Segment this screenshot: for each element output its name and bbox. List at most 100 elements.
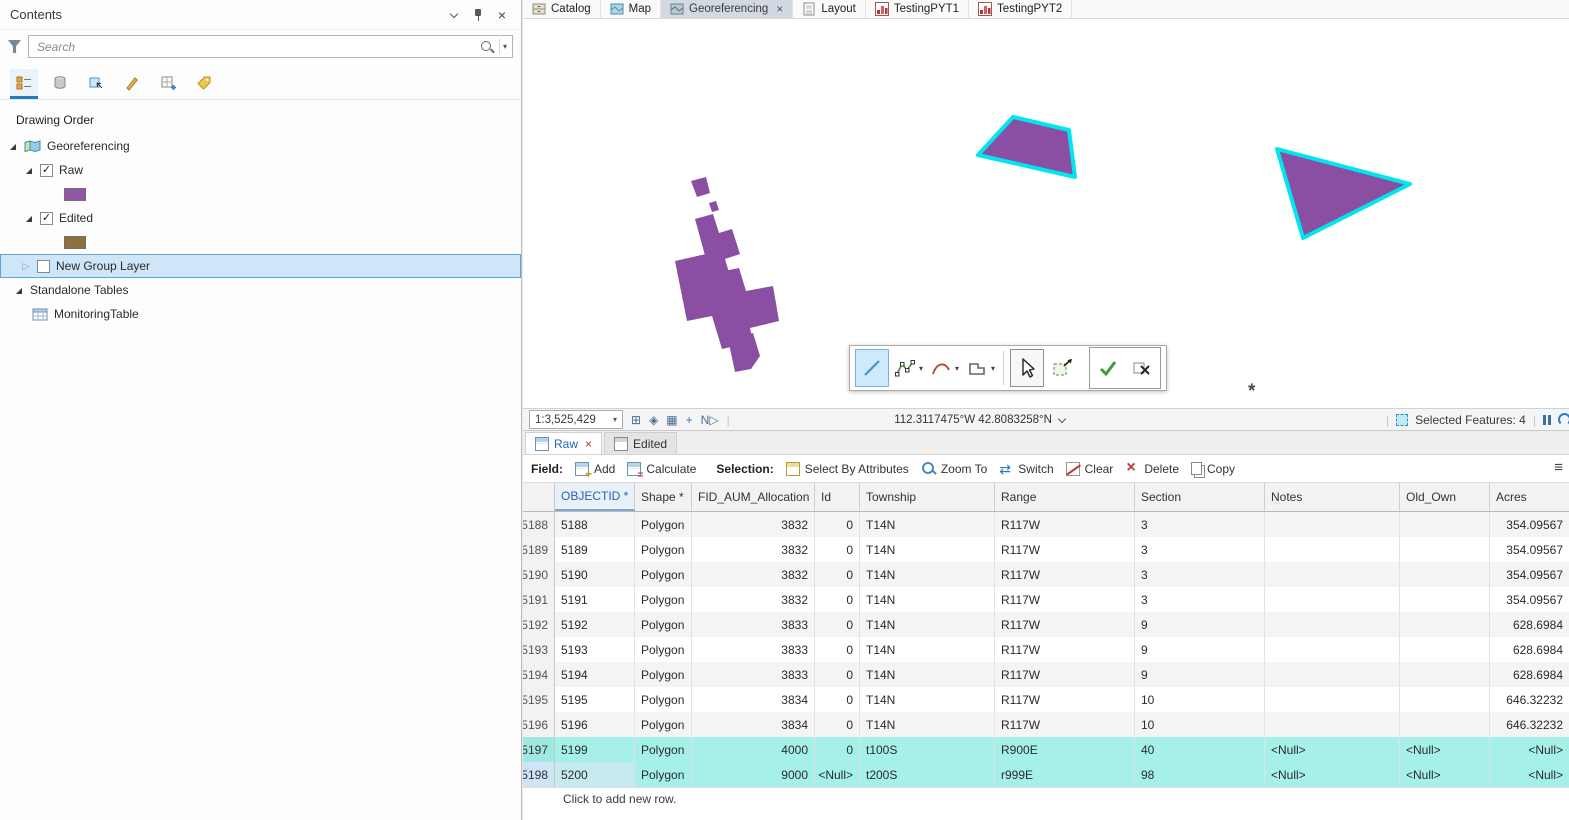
- cell-old_own[interactable]: [1400, 712, 1490, 737]
- cell-fid[interactable]: 3833: [692, 637, 815, 662]
- line-tool-button[interactable]: [855, 349, 889, 387]
- cell-shape[interactable]: Polygon: [635, 687, 692, 712]
- cell-township[interactable]: T14N: [860, 562, 995, 587]
- cell-range[interactable]: R117W: [995, 512, 1135, 537]
- cell-acres[interactable]: 646.32232: [1490, 712, 1569, 737]
- cell-objectid[interactable]: 5196: [555, 712, 635, 737]
- cell-notes[interactable]: <Null>: [1265, 737, 1400, 762]
- cell-acres[interactable]: 628.6984: [1490, 637, 1569, 662]
- refresh-icon[interactable]: [1557, 413, 1569, 426]
- tree-item-new-group-layer[interactable]: ▷ New Group Layer: [0, 254, 521, 278]
- cell-shape[interactable]: Polygon: [635, 637, 692, 662]
- dropdown-icon[interactable]: ▾: [991, 364, 995, 373]
- cancel-sketch-button[interactable]: [1125, 349, 1159, 387]
- header-objectid[interactable]: OBJECTID *: [555, 483, 635, 511]
- right-angle-tool-button[interactable]: ▾: [963, 349, 997, 387]
- header-notes[interactable]: Notes: [1265, 483, 1400, 511]
- cell-shape[interactable]: Polygon: [635, 662, 692, 687]
- box-select-tool-button[interactable]: [1046, 349, 1080, 387]
- cell-acres[interactable]: <Null>: [1490, 737, 1569, 762]
- table-row[interactable]: 5191 5191 Polygon 3832 0 T14N R117W 3 354.09567: [523, 587, 1569, 612]
- cell-acres[interactable]: 354.09567: [1490, 537, 1569, 562]
- cell-fid[interactable]: 3833: [692, 662, 815, 687]
- raster-layer-raw[interactable]: [675, 177, 779, 372]
- table-row[interactable]: 5194 5194 Polygon 3833 0 T14N R117W 9 628.6984: [523, 662, 1569, 687]
- cell-old_own[interactable]: <Null>: [1400, 762, 1490, 787]
- switch-selection-button[interactable]: Switch: [999, 461, 1053, 478]
- header-id[interactable]: Id: [815, 483, 860, 511]
- cell-old_own[interactable]: [1400, 637, 1490, 662]
- cell-section[interactable]: 9: [1135, 662, 1265, 687]
- table-row[interactable]: 5198 5200 Polygon 9000 <Null> t200S r999E 98 <Nu…: [523, 762, 1569, 787]
- row-number[interactable]: 5188: [523, 512, 555, 537]
- table-tab-edited[interactable]: Edited: [604, 432, 678, 454]
- header-fid-aum-allocation[interactable]: FID_AUM_Allocation: [692, 483, 815, 511]
- pause-drawing-icon[interactable]: [1542, 414, 1551, 425]
- cell-range[interactable]: R117W: [995, 612, 1135, 637]
- cell-range[interactable]: R117W: [995, 562, 1135, 587]
- cell-section[interactable]: 3: [1135, 512, 1265, 537]
- cell-section[interactable]: 40: [1135, 737, 1265, 762]
- cell-shape[interactable]: Polygon: [635, 612, 692, 637]
- cell-range[interactable]: R117W: [995, 537, 1135, 562]
- cell-section[interactable]: 9: [1135, 637, 1265, 662]
- panel-menu-icon[interactable]: [445, 6, 463, 24]
- cell-acres[interactable]: 628.6984: [1490, 662, 1569, 687]
- cell-id[interactable]: 0: [815, 587, 860, 612]
- row-number[interactable]: 5192: [523, 612, 555, 637]
- header-range[interactable]: Range: [995, 483, 1135, 511]
- flicker-icon[interactable]: ◈: [649, 414, 658, 426]
- layer-symbol-row-raw[interactable]: [0, 182, 521, 206]
- cell-fid[interactable]: 3832: [692, 587, 815, 612]
- add-new-row[interactable]: Click to add new row.: [523, 787, 1569, 809]
- cell-range[interactable]: R117W: [995, 687, 1135, 712]
- filter-icon[interactable]: [8, 40, 21, 53]
- header-old-own[interactable]: Old_Own: [1400, 483, 1490, 511]
- table-row[interactable]: 5195 5195 Polygon 3834 0 T14N R117W 10 646.32232: [523, 687, 1569, 712]
- cell-range[interactable]: R117W: [995, 662, 1135, 687]
- tree-item-monitoring-table[interactable]: MonitoringTable: [0, 302, 521, 326]
- select-by-attributes-button[interactable]: Select By Attributes: [785, 461, 909, 476]
- row-number[interactable]: 5196: [523, 712, 555, 737]
- row-number[interactable]: 5190: [523, 562, 555, 587]
- cell-objectid[interactable]: 5199: [555, 737, 635, 762]
- collapse-icon[interactable]: ◢: [8, 142, 18, 151]
- cell-objectid[interactable]: 5192: [555, 612, 635, 637]
- list-by-editing-button[interactable]: [118, 69, 146, 99]
- tree-item-map[interactable]: ◢ Georeferencing: [0, 134, 521, 158]
- dropdown-icon[interactable]: ▾: [955, 364, 959, 373]
- cell-notes[interactable]: [1265, 587, 1400, 612]
- cell-old_own[interactable]: [1400, 612, 1490, 637]
- list-by-drawing-order-button[interactable]: [10, 69, 38, 99]
- row-number[interactable]: 5197: [523, 737, 555, 762]
- table-tab-raw[interactable]: Raw ×: [525, 432, 603, 454]
- crosshair-icon[interactable]: +: [686, 414, 693, 426]
- table-row[interactable]: 5192 5192 Polygon 3833 0 T14N R117W 9 628.6984: [523, 612, 1569, 637]
- cell-acres[interactable]: <Null>: [1490, 762, 1569, 787]
- cell-id[interactable]: <Null>: [815, 762, 860, 787]
- cell-old_own[interactable]: [1400, 512, 1490, 537]
- pin-icon[interactable]: [469, 6, 487, 24]
- table-row[interactable]: 5190 5190 Polygon 3832 0 T14N R117W 3 354.09567: [523, 562, 1569, 587]
- cell-shape[interactable]: Polygon: [635, 762, 692, 787]
- cell-old_own[interactable]: [1400, 587, 1490, 612]
- cell-fid[interactable]: 4000: [692, 737, 815, 762]
- map-view[interactable]: ▾ ▾ ▾ *: [523, 19, 1569, 408]
- cell-section[interactable]: 98: [1135, 762, 1265, 787]
- cell-section[interactable]: 10: [1135, 712, 1265, 737]
- search-dropdown-icon[interactable]: ▾: [503, 42, 507, 51]
- cell-fid[interactable]: 3834: [692, 712, 815, 737]
- table-row[interactable]: 5196 5196 Polygon 3834 0 T14N R117W 10 646.32232: [523, 712, 1569, 737]
- layer-symbol-row-edited[interactable]: [0, 230, 521, 254]
- cell-township[interactable]: T14N: [860, 637, 995, 662]
- edited-polygon-triangle[interactable]: [1275, 147, 1412, 240]
- header-township[interactable]: Township: [860, 483, 995, 511]
- row-number[interactable]: 5193: [523, 637, 555, 662]
- zoom-to-button[interactable]: Zoom To: [921, 461, 987, 476]
- header-section[interactable]: Section: [1135, 483, 1265, 511]
- layer-visibility-checkbox[interactable]: ✓: [40, 163, 53, 177]
- cell-range[interactable]: R117W: [995, 712, 1135, 737]
- collapse-icon[interactable]: ◢: [14, 286, 24, 295]
- layer-visibility-checkbox[interactable]: [37, 259, 50, 273]
- snapping-indicator-icon[interactable]: *: [1248, 381, 1255, 403]
